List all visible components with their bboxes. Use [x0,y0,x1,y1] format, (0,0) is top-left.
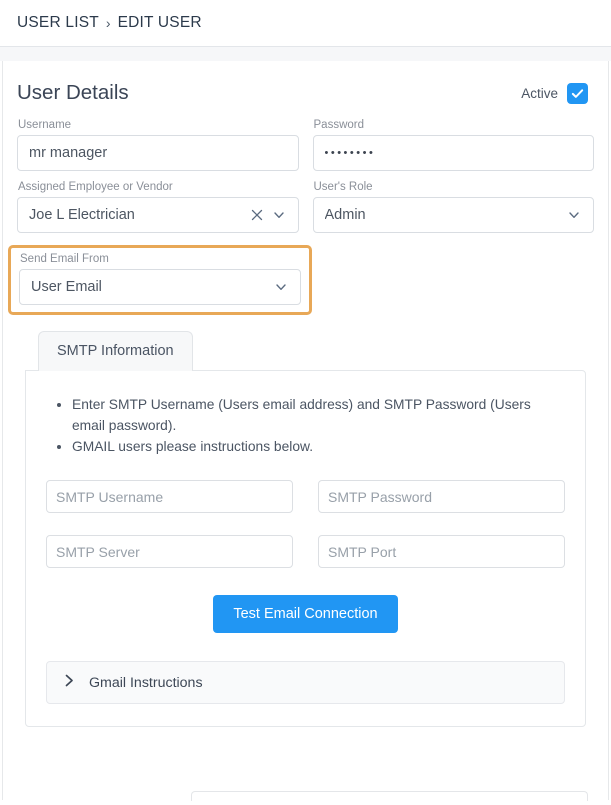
gmail-instructions-accordion[interactable]: Gmail Instructions [46,661,565,705]
role-label: User's Role [313,181,373,193]
breadcrumb-user-list[interactable]: USER LIST [17,14,99,32]
active-checkbox[interactable] [567,82,588,104]
send-email-from-label: Send Email From [20,253,109,265]
smtp-password-input[interactable]: SMTP Password [318,480,565,514]
page-background-strip [0,47,611,61]
chevron-down-icon[interactable] [268,204,290,226]
password-field-group: Password •••••••• [312,119,594,171]
username-label: Username [18,119,72,131]
password-value: •••••••• [324,147,376,159]
username-value: mr manager [29,145,108,161]
test-email-button-wrap: Test Email Connection [46,595,565,634]
list-item: Enter SMTP Username (Users email address… [72,395,565,436]
smtp-row-credentials: SMTP Username SMTP Password [46,480,565,514]
smtp-server-group: SMTP Server [46,535,293,569]
assigned-field-group: Assigned Employee or Vendor Joe L Electr… [17,181,299,233]
username-input[interactable]: mr manager [17,135,299,171]
smtp-username-input[interactable]: SMTP Username [46,480,293,514]
breadcrumb-edit-user[interactable]: EDIT USER [118,14,202,32]
card-header: User Details Active [15,61,596,119]
close-icon[interactable] [246,204,268,226]
form-row-assignment: Assigned Employee or Vendor Joe L Electr… [15,181,596,243]
username-field-group: Username mr manager [17,119,299,171]
role-value: Admin [324,207,366,223]
assigned-value: Joe L Electrician [29,207,135,223]
send-email-from-highlight: Send Email From User Email [8,245,312,315]
send-email-from-select[interactable]: User Email [19,269,301,305]
form-row-credentials: Username mr manager Password •••••••• [15,119,596,181]
send-email-from-value: User Email [31,279,102,295]
chevron-right-icon[interactable] [63,673,76,693]
role-field-group: User's Role Admin [312,181,594,233]
password-input[interactable]: •••••••• [312,135,594,171]
smtp-tabs: SMTP Information Enter SMTP Username (Us… [25,331,586,728]
list-item: GMAIL users please instructions below. [72,437,565,458]
send-email-from-group: Send Email From User Email [19,253,301,305]
test-email-connection-button[interactable]: Test Email Connection [213,595,398,634]
password-label: Password [313,119,365,131]
chevron-down-icon[interactable] [270,276,292,298]
smtp-username-group: SMTP Username [46,480,293,514]
smtp-server-input[interactable]: SMTP Server [46,535,293,569]
assigned-label: Assigned Employee or Vendor [18,181,173,193]
smtp-password-group: SMTP Password [318,480,565,514]
assigned-select[interactable]: Joe L Electrician [17,197,299,233]
tab-smtp-information[interactable]: SMTP Information [38,331,193,371]
breadcrumb: USER LIST › EDIT USER [0,0,611,47]
smtp-panel: Enter SMTP Username (Users email address… [25,370,586,728]
role-select[interactable]: Admin [312,197,594,233]
gmail-instructions-label: Gmail Instructions [89,674,203,691]
active-toggle[interactable]: Active [521,82,594,104]
smtp-port-input[interactable]: SMTP Port [318,535,565,569]
chevron-down-icon[interactable] [563,204,585,226]
next-section-edge [191,791,588,801]
check-icon [571,88,584,98]
user-details-card: User Details Active Username mr manager … [2,61,609,801]
active-label: Active [521,85,558,101]
page-title: User Details [17,81,129,104]
smtp-row-server: SMTP Server SMTP Port [46,535,565,569]
smtp-port-group: SMTP Port [318,535,565,569]
breadcrumb-separator-icon: › [105,15,111,31]
smtp-instructions-list: Enter SMTP Username (Users email address… [46,395,565,458]
